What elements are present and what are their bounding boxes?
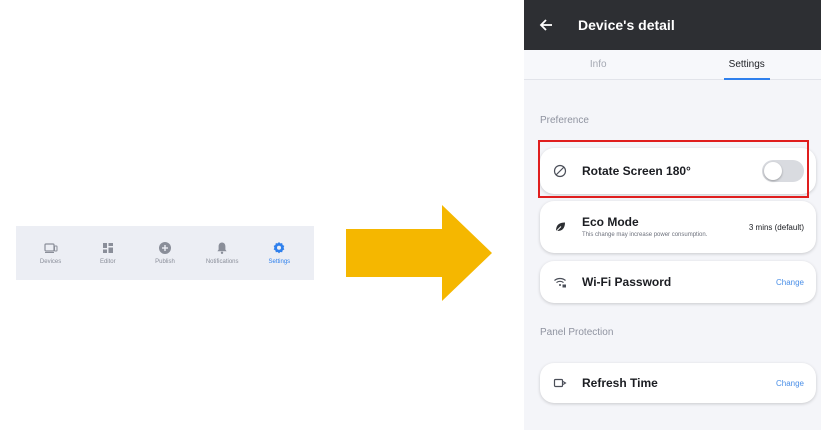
nav-item-devices[interactable]: Devices (24, 241, 78, 265)
toggle-knob (764, 162, 782, 180)
nav-label-settings: Settings (268, 259, 291, 265)
wifi-password-label: Wi-Fi Password (582, 275, 672, 289)
nav-item-settings[interactable]: Settings (252, 241, 306, 265)
bottom-nav-bar: Devices Editor Publish Notifications Set… (16, 226, 314, 280)
rotate-icon (552, 163, 568, 179)
rotate-screen-row[interactable]: Rotate Screen 180° (540, 148, 816, 194)
device-detail-screen: Device's detail Info Settings Preference… (524, 0, 821, 430)
refresh-time-change-link[interactable]: Change (776, 379, 804, 388)
eco-mode-text: Eco Mode This change may increase power … (582, 215, 710, 239)
nav-item-editor[interactable]: Editor (81, 241, 135, 265)
tab-info[interactable]: Info (524, 50, 673, 79)
wifi-lock-icon (552, 274, 568, 290)
bell-icon (215, 241, 229, 255)
eco-leaf-icon (552, 219, 568, 235)
rotate-screen-toggle[interactable] (762, 160, 804, 182)
gear-icon (272, 241, 286, 255)
back-arrow-icon[interactable] (538, 17, 554, 33)
section-label-panel-protection: Panel Protection (540, 327, 614, 338)
eco-mode-value[interactable]: 3 mins (default) (749, 223, 804, 232)
wifi-password-row[interactable]: Wi-Fi Password Change (540, 261, 816, 303)
wifi-password-change-link[interactable]: Change (776, 278, 804, 287)
refresh-time-row[interactable]: Refresh Time Change (540, 363, 816, 403)
refresh-display-icon (552, 375, 568, 391)
publish-icon (158, 241, 172, 255)
refresh-time-label: Refresh Time (582, 376, 658, 390)
nav-item-publish[interactable]: Publish (138, 241, 192, 265)
devices-icon (43, 241, 58, 255)
nav-item-notifications[interactable]: Notifications (195, 241, 249, 265)
eco-mode-label: Eco Mode (582, 215, 639, 229)
tab-bar: Info Settings (524, 50, 821, 80)
eco-mode-subtitle: This change may increase power consumpti… (582, 232, 708, 238)
app-bar: Device's detail (524, 0, 821, 50)
rotate-screen-label: Rotate Screen 180° (582, 164, 691, 178)
page-title: Device's detail (578, 17, 675, 33)
section-label-preference: Preference (540, 115, 589, 126)
arrow-right-icon (346, 205, 492, 301)
tab-settings[interactable]: Settings (673, 50, 821, 79)
nav-label-editor: Editor (99, 259, 116, 265)
editor-grid-icon (101, 241, 115, 255)
eco-mode-row[interactable]: Eco Mode This change may increase power … (540, 201, 816, 253)
nav-label-publish: Publish (155, 259, 175, 265)
nav-label-devices: Devices (39, 259, 62, 265)
nav-label-notifications: Notifications (205, 259, 239, 265)
